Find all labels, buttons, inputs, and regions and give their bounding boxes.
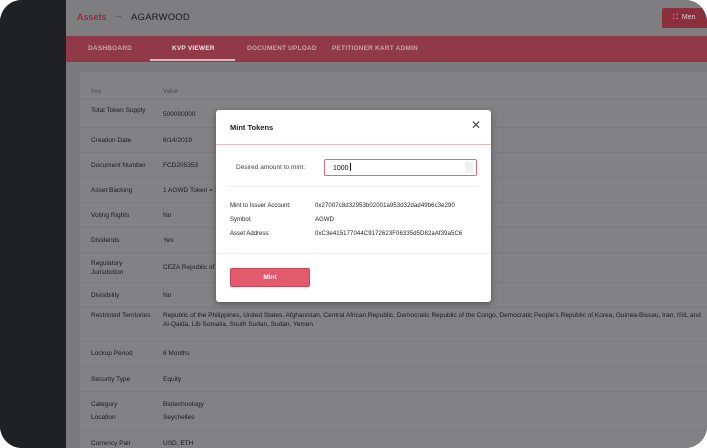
app-frame: Assets → AGARWOOD ⛶ Men DASHBOARD KVP VIE…	[0, 0, 707, 448]
header-divider	[216, 144, 491, 145]
modal-backdrop[interactable]: Mint Tokens ✕ Desired amount to mint: 10…	[0, 0, 707, 448]
issuer-account-label: Mint to Issuer Account:	[230, 203, 291, 209]
symbol-label: Symbol:	[230, 217, 252, 223]
issuer-account-value: 0x27007c8d32953b02001a953d32dad49b6c3e29…	[315, 203, 455, 209]
text-caret	[349, 163, 351, 171]
dialog-title: Mint Tokens	[230, 123, 274, 132]
amount-label: Desired amount to mint:	[236, 164, 306, 171]
close-icon[interactable]: ✕	[471, 119, 481, 131]
footer-divider	[216, 253, 491, 254]
number-spinner[interactable]	[465, 162, 473, 173]
mint-tokens-dialog: Mint Tokens ✕ Desired amount to mint: 10…	[216, 110, 491, 302]
symbol-value: AGWD	[315, 217, 335, 223]
mint-button[interactable]: Mint	[230, 268, 310, 287]
asset-address-value: 0xC3e415177044C9172623F06335d5D82aAf39a5…	[315, 231, 463, 237]
amount-input[interactable]: 1000	[324, 159, 477, 176]
asset-address-label: Asset Address:	[230, 231, 271, 237]
section-divider	[228, 186, 478, 187]
amount-input-value: 1000	[333, 165, 349, 172]
